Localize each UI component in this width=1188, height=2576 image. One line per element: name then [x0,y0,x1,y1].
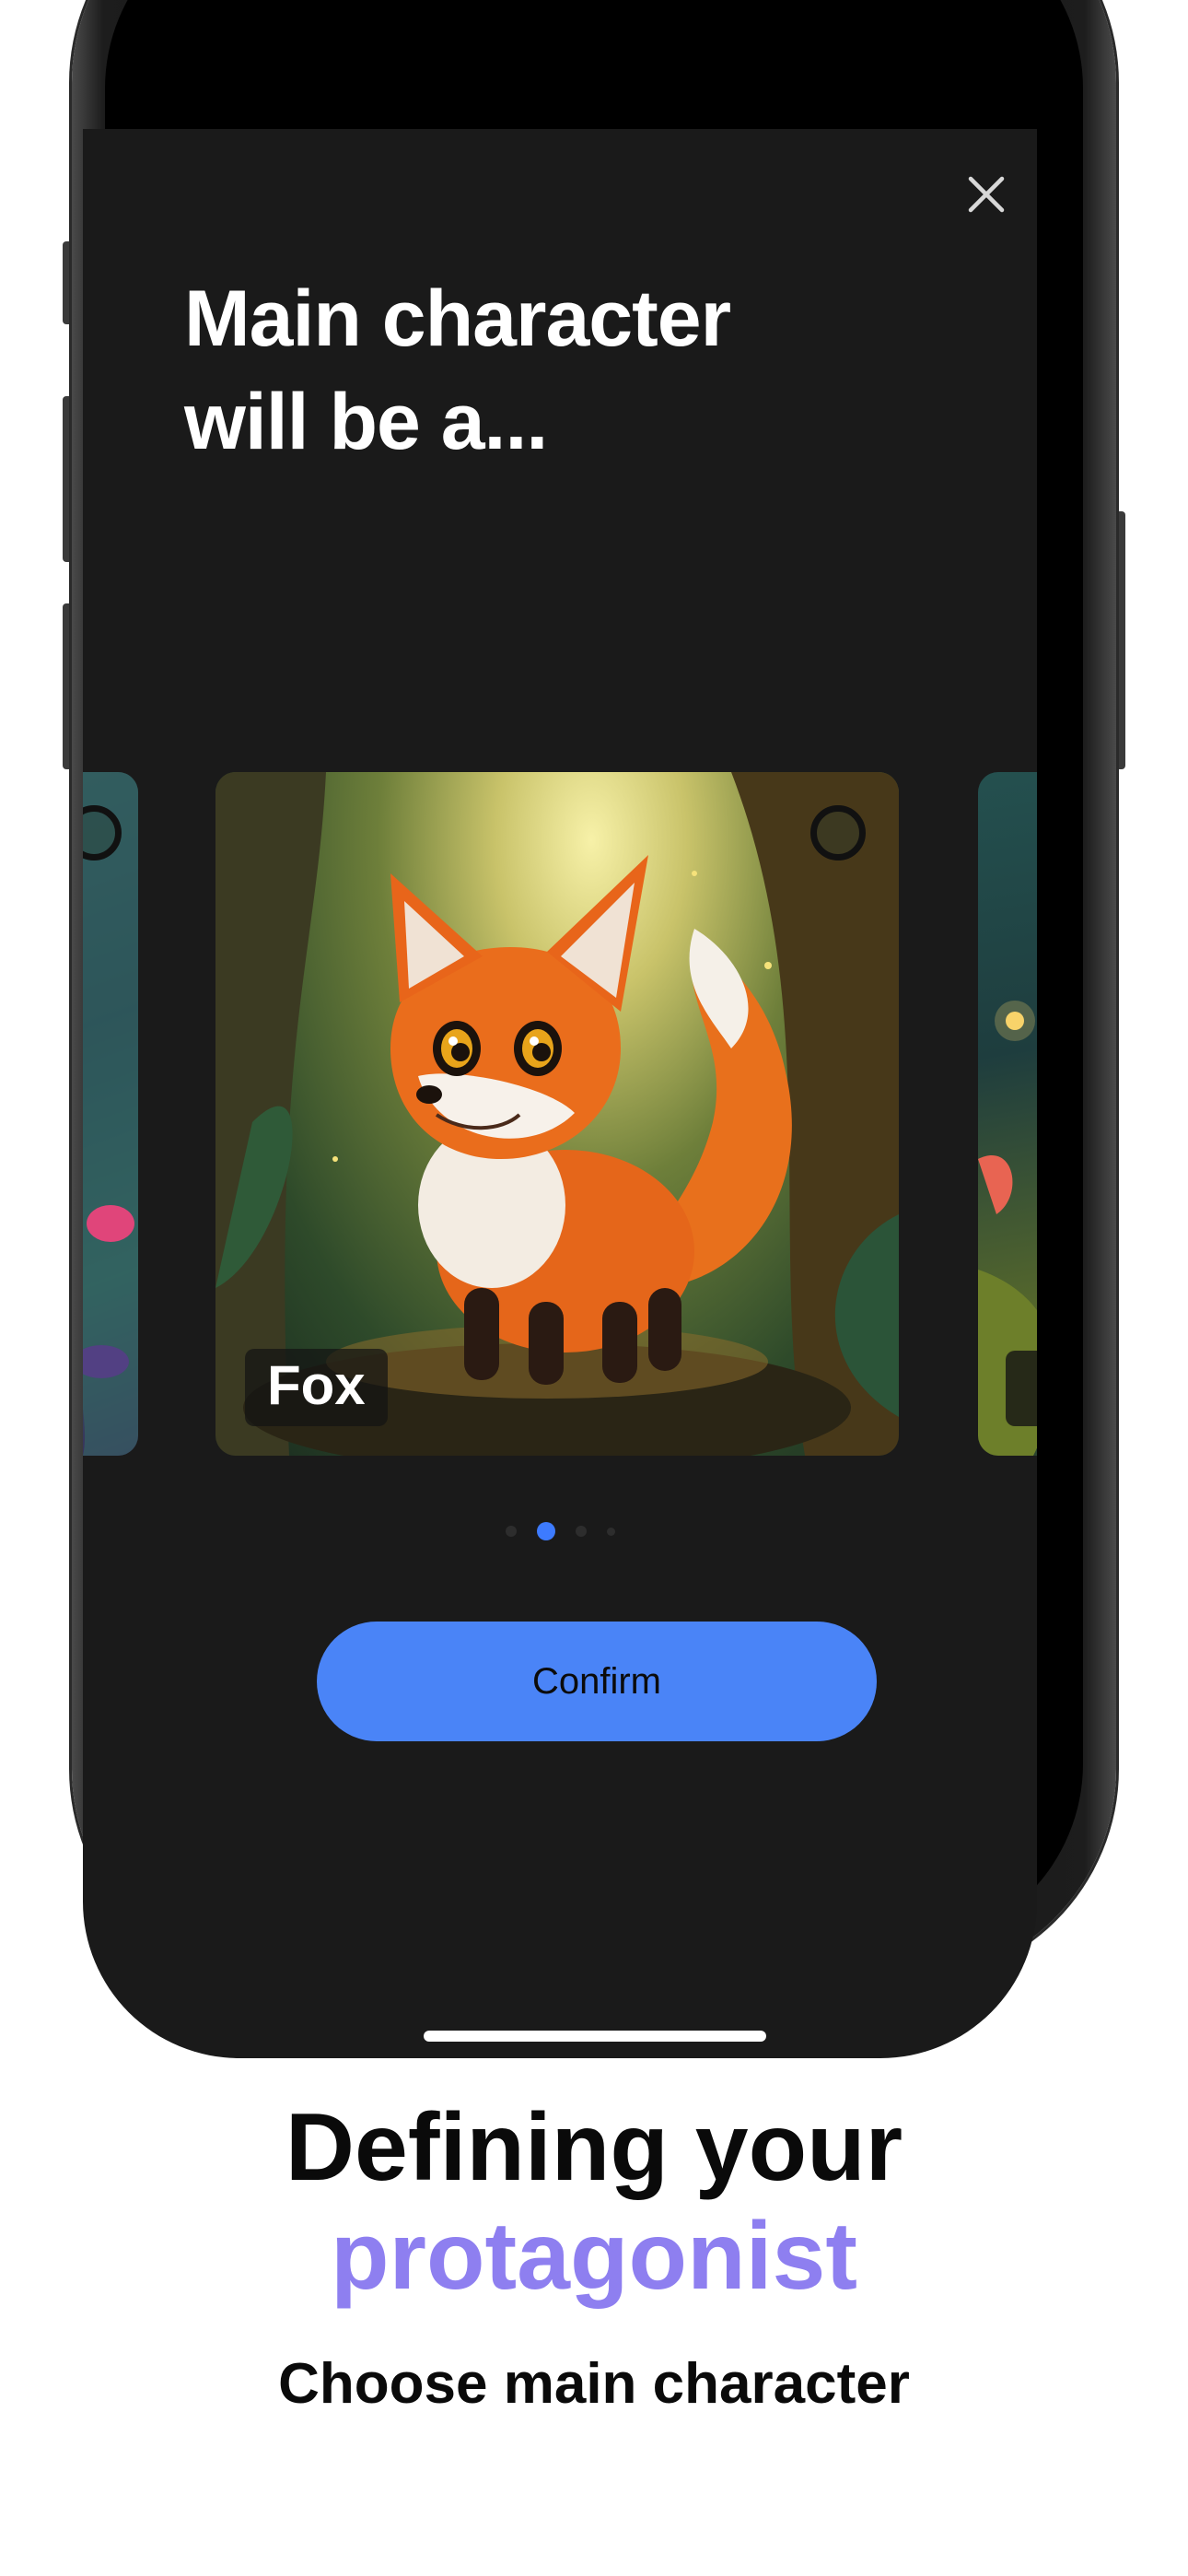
carousel-pagination [83,1520,1037,1542]
home-indicator[interactable] [424,2031,766,2042]
phone-screen: Main character will be a... Fox Confirm [83,129,1037,2058]
close-icon [968,176,1005,213]
headline-line-2: protagonist [331,2203,857,2310]
page-dot[interactable] [505,1526,517,1537]
subheadline: Choose main character [278,2352,910,2416]
character-card-label [1006,1351,1037,1426]
character-carousel[interactable]: Fox [83,772,1037,1456]
character-card-fox[interactable]: Fox [215,772,899,1456]
headline: Defining your protagonist [0,2093,1188,2311]
forest-illustration [83,772,138,1456]
character-card-previous[interactable] [83,772,138,1456]
screen-title-line-1: Main character [184,275,731,363]
selection-indicator [810,805,866,861]
character-card-next[interactable] [978,772,1037,1456]
character-card-label: Fox [245,1349,388,1426]
headline-line-1: Defining your [285,2094,903,2201]
page-dot-active[interactable] [536,1522,555,1540]
close-button[interactable] [958,166,1015,223]
page-dot[interactable] [575,1526,587,1537]
screen-title: Main character will be a... [184,267,884,474]
page-dot[interactable] [606,1527,615,1536]
screen-title-line-2: will be a... [184,378,548,466]
confirm-button[interactable]: Confirm [317,1622,877,1741]
